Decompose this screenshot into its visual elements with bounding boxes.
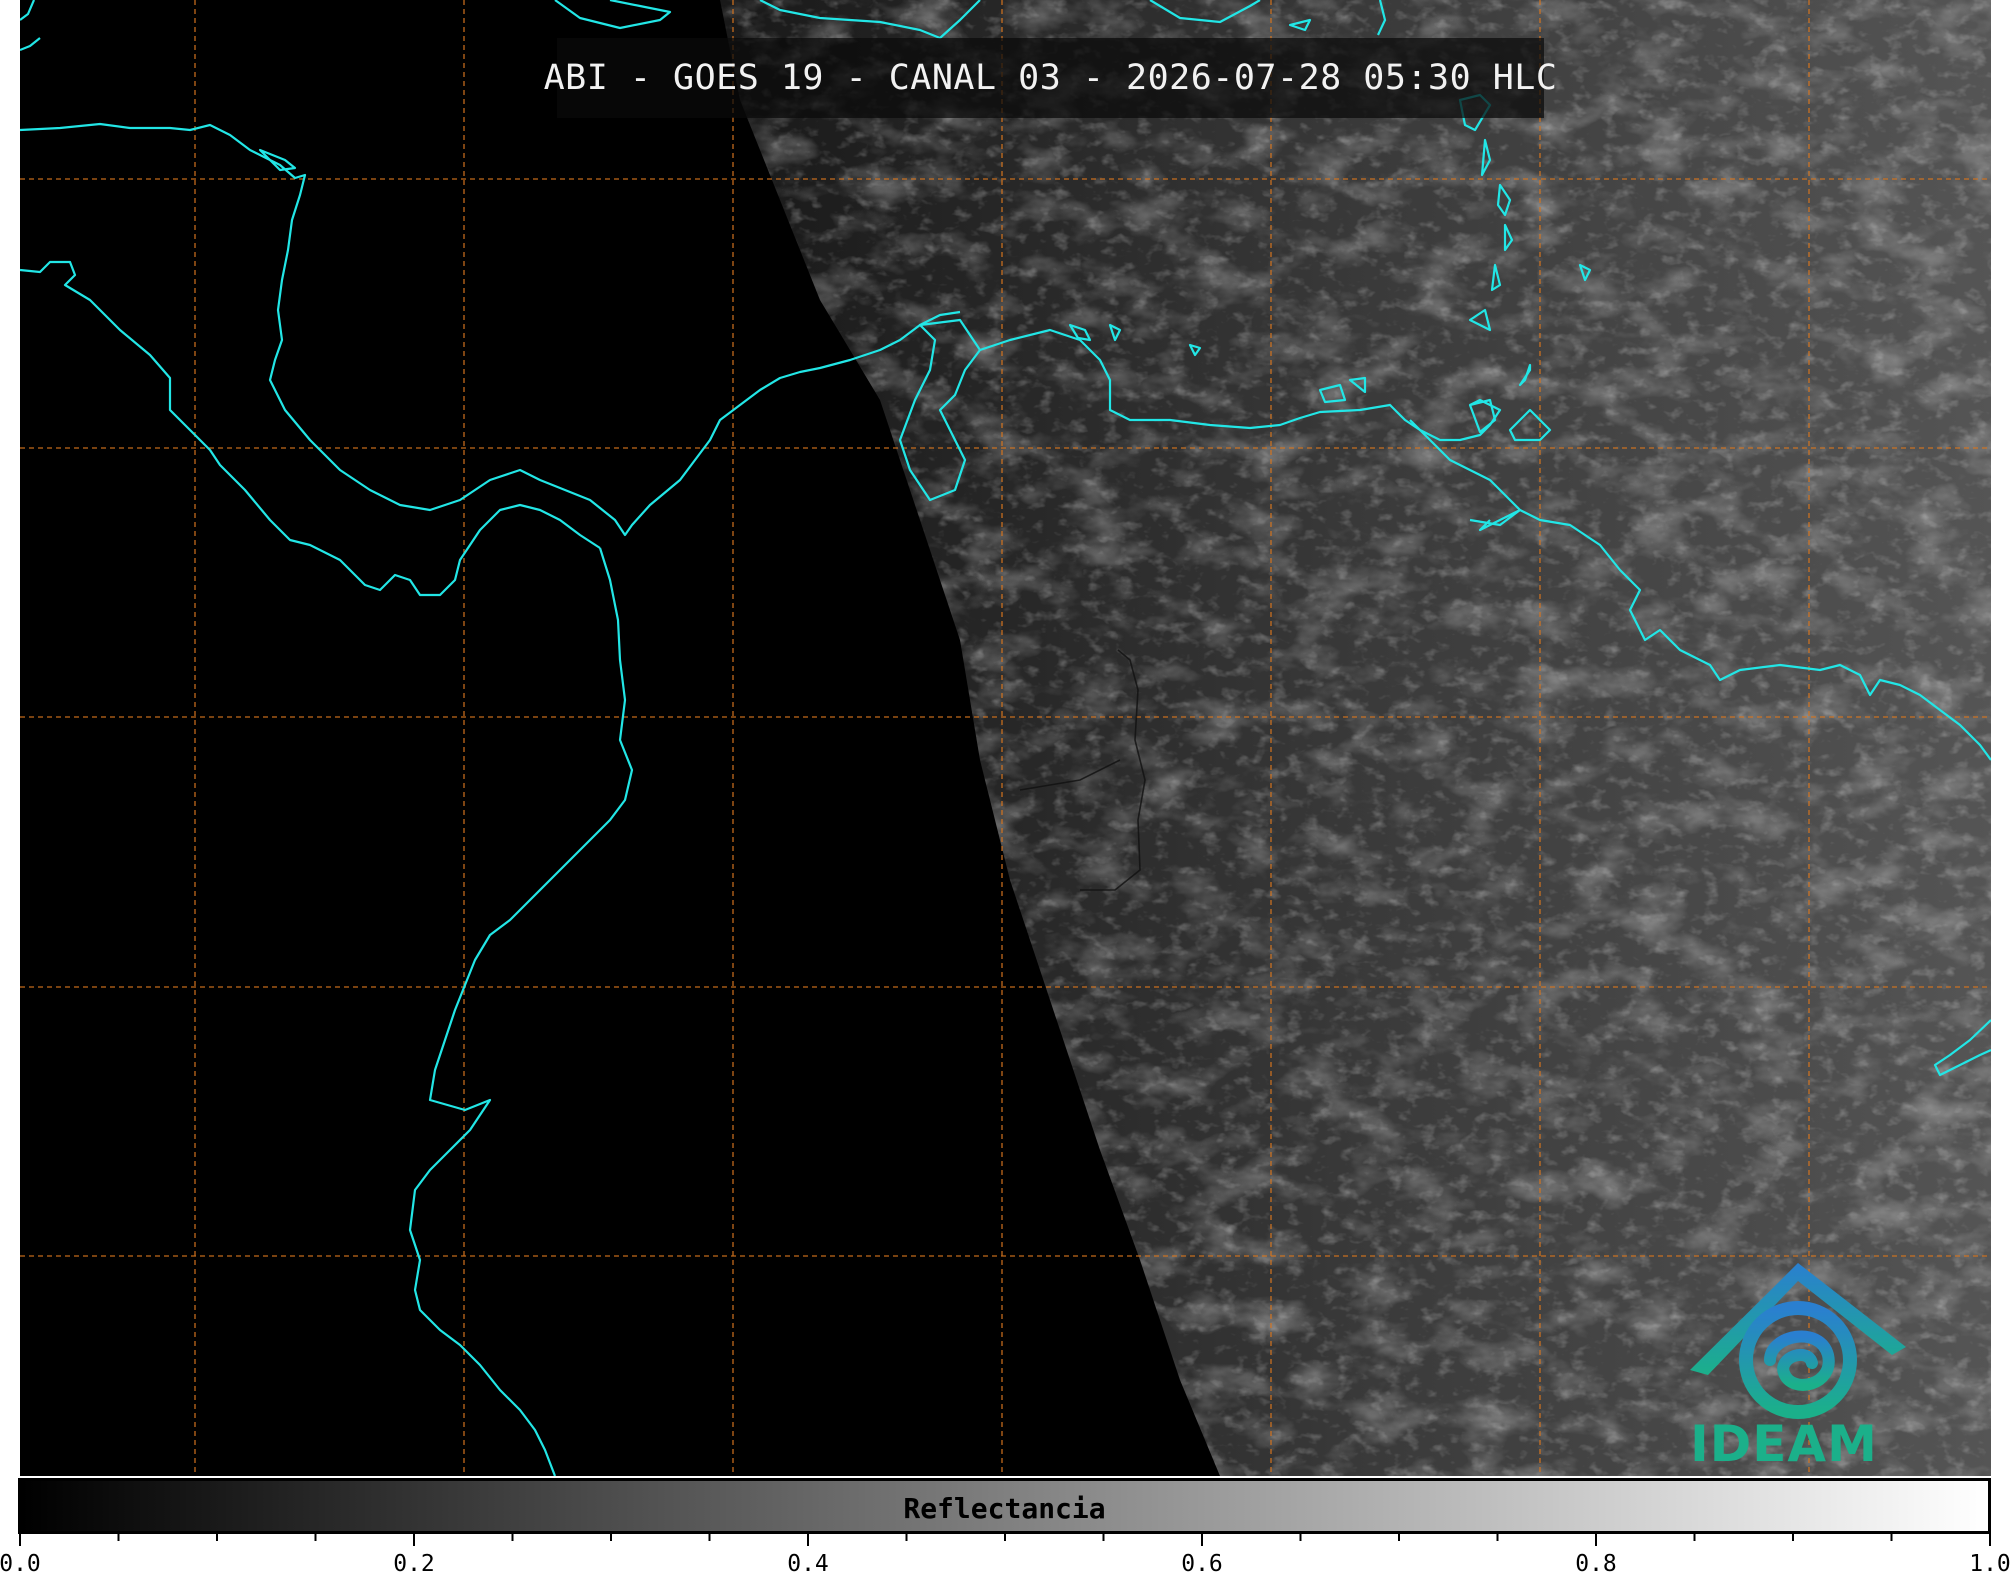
colorbar-tick-label: 1.0 xyxy=(1969,1551,2011,1577)
colorbar: Reflectancia xyxy=(18,1478,1991,1534)
satellite-image-panel: ABI - GOES 19 - CANAL 03 - 2026-07-28 05… xyxy=(20,0,1991,1476)
colorbar-axis xyxy=(19,1532,1991,1546)
colorbar-tick-label: 0.6 xyxy=(1181,1551,1223,1577)
colorbar-tick-label: 0.0 xyxy=(0,1551,41,1577)
ideam-logo-text: IDEAM xyxy=(1690,1415,1878,1473)
title-box: ABI - GOES 19 - CANAL 03 - 2026-07-28 05… xyxy=(544,38,1557,118)
colorbar-tick-label: 0.4 xyxy=(787,1551,829,1577)
colorbar-tick-label: 0.8 xyxy=(1575,1551,1617,1577)
colorbar-label: Reflectancia xyxy=(903,1492,1106,1525)
colorbar-tick-label: 0.2 xyxy=(393,1551,435,1577)
map-title: ABI - GOES 19 - CANAL 03 - 2026-07-28 05… xyxy=(543,58,1558,98)
